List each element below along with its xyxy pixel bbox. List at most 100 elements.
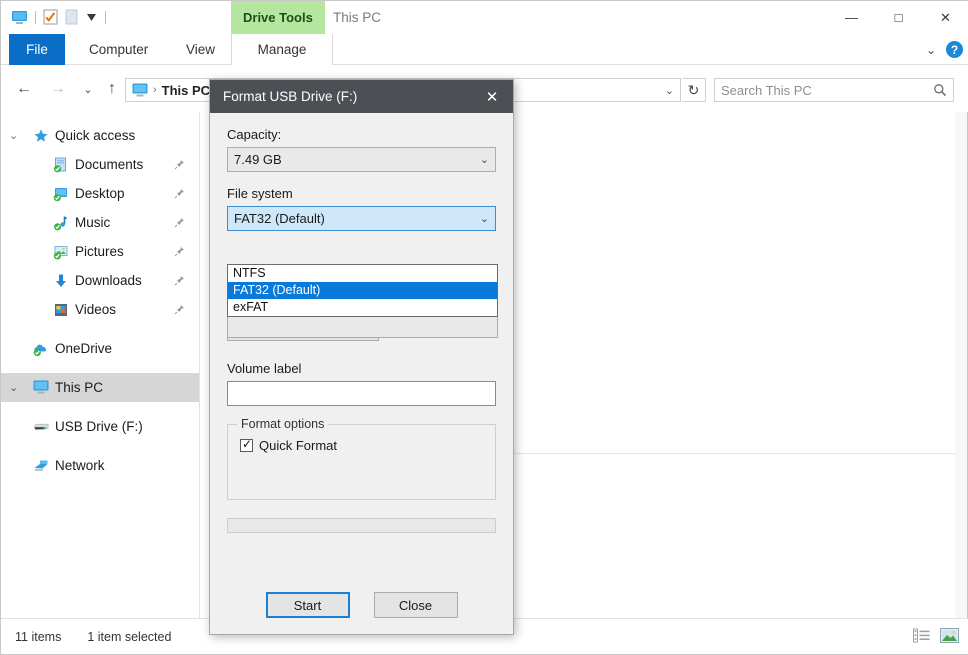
sidebar-label: Desktop <box>75 186 125 201</box>
search-input[interactable]: Search This PC <box>721 83 933 98</box>
path-dropdown-icon[interactable]: ⌄ <box>665 79 678 101</box>
status-selection: 1 item selected <box>87 629 172 644</box>
chevron-down-icon[interactable]: ⌄ <box>9 129 18 142</box>
capacity-select[interactable]: 7.49 GB ⌄ <box>227 147 496 172</box>
contextual-tab-strip: Drive Tools <box>231 1 325 34</box>
sidebar-item-desktop[interactable]: Desktop <box>1 179 199 208</box>
content-scrollbar[interactable] <box>955 112 967 618</box>
dropdown-option-ntfs[interactable]: NTFS <box>228 265 497 282</box>
sidebar-label: Downloads <box>75 273 142 288</box>
quick-format-row[interactable]: Quick Format <box>240 437 483 453</box>
onedrive-icon <box>33 341 49 357</box>
this-pc-icon[interactable] <box>11 10 28 25</box>
nav-spacer-1 <box>1 324 199 334</box>
details-view-icon[interactable] <box>913 628 930 643</box>
contextual-tab-drive-tools[interactable]: Drive Tools <box>231 1 325 34</box>
chevron-down-icon[interactable]: ⌄ <box>9 381 18 394</box>
capacity-label: Capacity: <box>227 127 282 142</box>
this-pc-icon <box>132 83 148 97</box>
sidebar-label: Pictures <box>75 244 124 259</box>
title-bar: Drive Tools This PC — □ ✕ <box>1 1 968 34</box>
forward-button[interactable]: → <box>47 78 69 100</box>
dialog-title: Format USB Drive (F:) <box>223 89 358 104</box>
pin-icon[interactable] <box>174 275 185 286</box>
refresh-button[interactable]: ↻ <box>682 78 706 102</box>
sidebar-label: Music <box>75 215 111 230</box>
dropdown-option-exfat[interactable]: exFAT <box>228 299 497 316</box>
ribbon-tab-row: File Computer View Manage ⌄ ? <box>1 34 968 65</box>
maximize-button[interactable]: □ <box>875 1 922 34</box>
new-folder-icon[interactable] <box>65 9 78 25</box>
music-icon <box>53 215 69 231</box>
volume-label-input[interactable] <box>227 381 496 406</box>
file-system-select[interactable]: FAT32 (Default) ⌄ <box>227 206 496 231</box>
chevron-down-icon[interactable]: ⌄ <box>926 43 936 57</box>
tab-computer[interactable]: Computer <box>76 34 161 65</box>
close-button[interactable]: ✕ <box>922 1 968 34</box>
quick-format-checkbox[interactable] <box>240 437 253 452</box>
nav-spacer-2 <box>1 363 199 373</box>
sidebar-label: Documents <box>75 157 144 172</box>
pictures-icon <box>53 244 69 260</box>
file-system-dropdown-list[interactable]: NTFS FAT32 (Default) exFAT <box>227 264 498 317</box>
documents-icon <box>53 157 69 173</box>
chevron-down-icon[interactable]: ⌄ <box>480 212 489 225</box>
sidebar-item-music[interactable]: Music <box>1 208 199 237</box>
start-button[interactable]: Start <box>265 592 350 618</box>
sidebar-label: Network <box>55 458 105 473</box>
window-controls: — □ ✕ <box>828 1 968 34</box>
sidebar-label: This PC <box>55 380 104 395</box>
dialog-close-icon[interactable]: ✕ <box>471 80 513 113</box>
nav-spacer-4 <box>1 441 199 451</box>
pin-icon[interactable] <box>174 188 185 199</box>
star-icon <box>33 128 49 144</box>
sidebar-item-pictures[interactable]: Pictures <box>1 237 199 266</box>
breadcrumb-item-this-pc[interactable]: This PC <box>159 83 213 98</box>
sidebar-item-this-pc[interactable]: ⌄ This PC <box>1 373 199 402</box>
properties-icon[interactable] <box>43 9 58 25</box>
minimize-button[interactable]: — <box>828 1 875 34</box>
view-buttons <box>913 628 959 643</box>
sidebar-item-network[interactable]: Network <box>1 451 199 480</box>
nav-spacer-3 <box>1 402 199 412</box>
chevron-down-icon[interactable]: ⌄ <box>480 153 489 166</box>
breadcrumb-separator: › <box>153 84 157 96</box>
quick-access-toolbar <box>11 5 106 29</box>
sidebar-item-documents[interactable]: Documents <box>1 150 199 179</box>
search-icon[interactable] <box>933 83 947 97</box>
pin-icon[interactable] <box>174 159 185 170</box>
recent-locations-button[interactable]: ⌄ <box>77 78 99 100</box>
chevron-down-icon[interactable]: ⌄ <box>665 84 674 97</box>
network-icon <box>33 458 49 474</box>
qat-dropdown-icon[interactable] <box>85 12 98 23</box>
desktop-icon <box>53 186 69 202</box>
sidebar-item-downloads[interactable]: Downloads <box>1 266 199 295</box>
sidebar-item-onedrive[interactable]: OneDrive <box>1 334 199 363</box>
tab-file[interactable]: File <box>9 34 65 65</box>
this-pc-icon <box>33 380 49 396</box>
pin-icon[interactable] <box>174 304 185 315</box>
large-icons-view-icon[interactable] <box>940 628 959 643</box>
navigation-pane[interactable]: ⌄ Quick access Documents Desktop Music P… <box>1 112 200 618</box>
dropdown-option-fat32[interactable]: FAT32 (Default) <box>228 282 497 299</box>
up-button[interactable]: ↑ <box>101 78 123 100</box>
sidebar-item-quick-access[interactable]: ⌄ Quick access <box>1 121 199 150</box>
format-progress-bar <box>227 518 496 533</box>
sidebar-item-usb-drive[interactable]: USB Drive (F:) <box>1 412 199 441</box>
window-title: This PC <box>333 10 382 25</box>
dialog-title-bar: Format USB Drive (F:) ✕ <box>210 80 513 113</box>
qat-separator-1 <box>35 10 36 24</box>
tab-manage[interactable]: Manage <box>231 34 333 65</box>
sidebar-item-videos[interactable]: Videos <box>1 295 199 324</box>
pin-icon[interactable] <box>174 217 185 228</box>
ribbon-right-controls: ⌄ ? <box>926 34 963 65</box>
search-box[interactable]: Search This PC <box>714 78 954 102</box>
quick-format-label: Quick Format <box>259 438 338 453</box>
qat-separator-2 <box>105 10 106 24</box>
help-icon[interactable]: ? <box>946 41 963 58</box>
tab-view[interactable]: View <box>173 34 228 65</box>
dialog-close-button[interactable]: Close <box>373 592 458 618</box>
format-dialog[interactable]: Format USB Drive (F:) ✕ Capacity: 7.49 G… <box>209 79 514 635</box>
back-button[interactable]: ← <box>13 78 35 100</box>
pin-icon[interactable] <box>174 246 185 257</box>
